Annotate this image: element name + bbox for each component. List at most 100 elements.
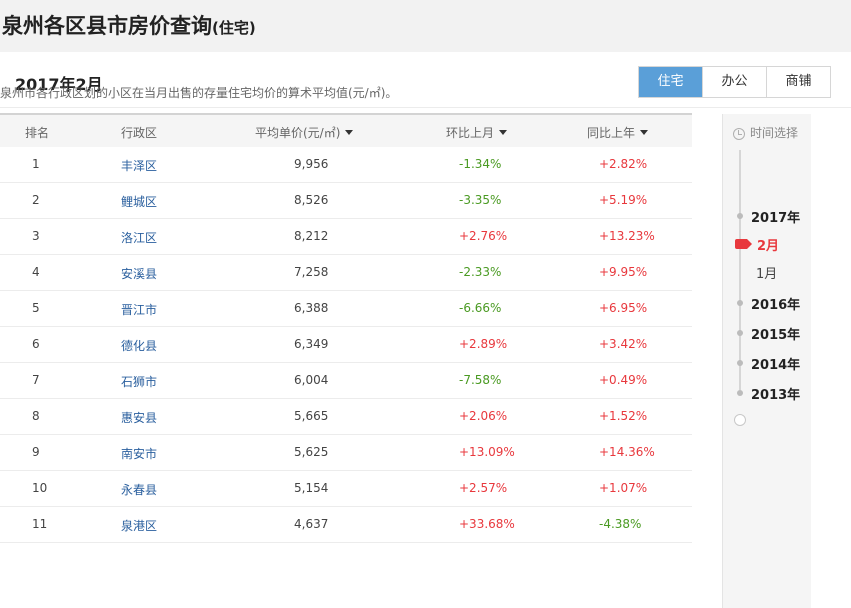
column-header-mom[interactable]: 环比上月	[446, 124, 508, 141]
clock-icon	[733, 128, 745, 140]
price-cell: 5,665	[294, 409, 329, 423]
divider	[0, 107, 851, 108]
yoy-change-cell: +1.07%	[599, 481, 648, 495]
yoy-change-cell: +13.23%	[599, 229, 655, 243]
district-link[interactable]: 惠安县	[121, 409, 157, 426]
year-2016[interactable]: 2016年	[751, 294, 800, 313]
year-2015[interactable]: 2015年	[751, 324, 800, 343]
district-link[interactable]: 鲤城区	[121, 193, 157, 210]
column-header-yoy[interactable]: 同比上年	[587, 124, 649, 141]
table-row: 3 洛江区 8,212 +2.76% +13.23%	[0, 219, 692, 255]
price-cell: 4,637	[294, 517, 329, 531]
district-link[interactable]: 永春县	[121, 481, 157, 498]
mom-change-cell: +33.68%	[459, 517, 515, 531]
page-title-suffix: (住宅)	[212, 19, 256, 37]
mom-change-cell: +2.57%	[459, 481, 508, 495]
district-link[interactable]: 安溪县	[121, 265, 157, 282]
column-header-yoy-label: 同比上年	[587, 126, 636, 140]
mom-change-cell: +2.89%	[459, 337, 508, 351]
tab-residential[interactable]: 住宅	[639, 67, 702, 97]
mom-change-cell: +13.09%	[459, 445, 515, 459]
district-link[interactable]: 丰泽区	[121, 157, 157, 174]
mom-change-cell: -2.33%	[459, 265, 502, 279]
rank-cell: 6	[32, 337, 40, 351]
rank-cell: 8	[32, 409, 40, 423]
mom-change-cell: -6.66%	[459, 301, 502, 315]
table-row: 7 石狮市 6,004 -7.58% +0.49%	[0, 363, 692, 399]
sort-caret-icon	[345, 130, 354, 135]
tab-office[interactable]: 办公	[702, 67, 766, 97]
rank-cell: 3	[32, 229, 40, 243]
district-link[interactable]: 晋江市	[121, 301, 157, 318]
page-title-text: 泉州各区县市房价查询	[2, 14, 212, 38]
yoy-change-cell: -4.38%	[599, 517, 642, 531]
column-header-price[interactable]: 平均单价(元/㎡)	[255, 124, 354, 141]
price-cell: 7,258	[294, 265, 329, 279]
timeline-dot	[737, 213, 743, 219]
page-title: 泉州各区县市房价查询(住宅)	[2, 10, 256, 40]
table-row: 5 晋江市 6,388 -6.66% +6.95%	[0, 291, 692, 327]
district-link[interactable]: 石狮市	[121, 373, 157, 390]
price-cell: 8,212	[294, 229, 329, 243]
column-header-mom-label: 环比上月	[446, 126, 495, 140]
table-row: 9 南安市 5,625 +13.09% +14.36%	[0, 435, 692, 471]
yoy-change-cell: +9.95%	[599, 265, 648, 279]
table-description: 泉州市各行政区划的小区在当月出售的存量住宅均价的算术平均值(元/㎡)。	[0, 86, 398, 100]
mom-change-cell: +2.76%	[459, 229, 508, 243]
time-selector-heading: 时间选择	[733, 124, 798, 141]
district-link[interactable]: 泉港区	[121, 517, 157, 534]
time-selector-heading-label: 时间选择	[750, 126, 799, 140]
table-row: 1 丰泽区 9,956 -1.34% +2.82%	[0, 147, 692, 183]
table-header: 排名 行政区 平均单价(元/㎡) 环比上月 同比上年	[0, 113, 692, 147]
district-link[interactable]: 洛江区	[121, 229, 157, 246]
price-cell: 8,526	[294, 193, 329, 207]
column-header-rank: 排名	[25, 126, 50, 140]
tab-shop[interactable]: 商铺	[766, 67, 830, 97]
table-row: 6 德化县 6,349 +2.89% +3.42%	[0, 327, 692, 363]
yoy-change-cell: +14.36%	[599, 445, 655, 459]
yoy-change-cell: +0.49%	[599, 373, 648, 387]
mom-change-cell: -3.35%	[459, 193, 502, 207]
timeline-dot	[737, 360, 743, 366]
yoy-change-cell: +5.19%	[599, 193, 648, 207]
table-body: 1 丰泽区 9,956 -1.34% +2.82% 2 鲤城区 8,526 -3.35% +5.1…	[0, 147, 692, 543]
rank-cell: 2	[32, 193, 40, 207]
selected-month-flag-icon	[735, 239, 752, 249]
month-2017-2[interactable]: 2月	[757, 235, 779, 254]
title-bar: 泉州各区县市房价查询(住宅)	[0, 0, 851, 52]
year-2014[interactable]: 2014年	[751, 354, 800, 373]
price-cell: 5,625	[294, 445, 329, 459]
timeline-dot	[737, 390, 743, 396]
sort-caret-icon	[499, 130, 508, 135]
timeline-end-circle-icon	[734, 414, 746, 426]
rank-cell: 4	[32, 265, 40, 279]
time-selector: 时间选择 2017年 2月 1月 2016年 2015年 2014年 2013年	[722, 114, 811, 608]
price-cell: 9,956	[294, 157, 329, 171]
mom-change-cell: +2.06%	[459, 409, 508, 423]
table-row: 11 泉港区 4,637 +33.68% -4.38%	[0, 507, 692, 543]
rank-cell: 9	[32, 445, 40, 459]
month-2017-1[interactable]: 1月	[756, 263, 777, 282]
district-link[interactable]: 南安市	[121, 445, 157, 462]
mom-change-cell: -7.58%	[459, 373, 502, 387]
timeline-dot	[737, 300, 743, 306]
rank-cell: 11	[32, 517, 48, 531]
year-2017[interactable]: 2017年	[751, 207, 800, 226]
yoy-change-cell: +3.42%	[599, 337, 648, 351]
yoy-change-cell: +1.52%	[599, 409, 648, 423]
yoy-change-cell: +2.82%	[599, 157, 648, 171]
year-2013[interactable]: 2013年	[751, 384, 800, 403]
property-type-tabs: 住宅 办公 商铺	[638, 66, 831, 98]
column-header-price-label: 平均单价(元/㎡)	[255, 126, 341, 140]
rank-cell: 10	[32, 481, 48, 495]
district-link[interactable]: 德化县	[121, 337, 157, 354]
price-cell: 6,004	[294, 373, 329, 387]
price-cell: 6,349	[294, 337, 329, 351]
yoy-change-cell: +6.95%	[599, 301, 648, 315]
rank-cell: 1	[32, 157, 40, 171]
price-cell: 6,388	[294, 301, 329, 315]
table-row: 2 鲤城区 8,526 -3.35% +5.19%	[0, 183, 692, 219]
rank-cell: 5	[32, 301, 40, 315]
column-header-district: 行政区	[121, 126, 158, 140]
price-cell: 5,154	[294, 481, 329, 495]
